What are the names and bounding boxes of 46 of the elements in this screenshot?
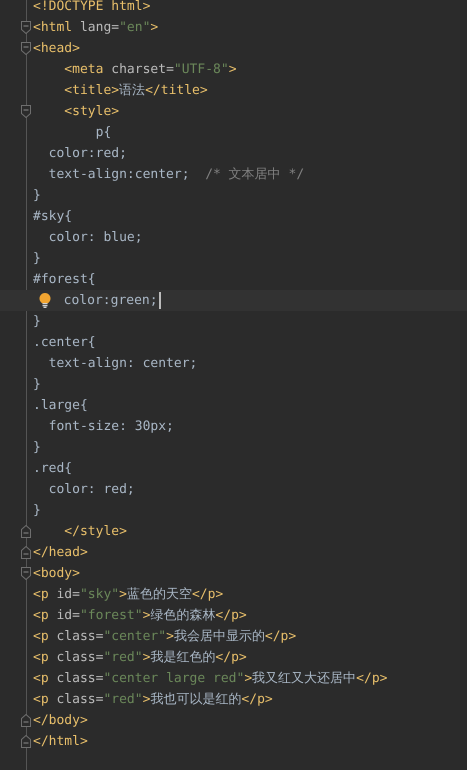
code-line: </html> bbox=[33, 733, 88, 751]
fold-icon[interactable] bbox=[21, 42, 31, 55]
code-line: <p id="sky">蓝色的天空</p> bbox=[33, 586, 224, 604]
fold-icon[interactable] bbox=[21, 735, 31, 748]
code-line: } bbox=[33, 502, 41, 520]
code-line: } bbox=[33, 376, 41, 394]
fold-icon[interactable] bbox=[21, 21, 31, 34]
code-line: p{ bbox=[94, 124, 112, 142]
fold-icon[interactable] bbox=[21, 105, 31, 118]
code-line: font-size: 30px; bbox=[48, 418, 174, 436]
code-line: <body> bbox=[33, 565, 80, 583]
text-cursor bbox=[158, 292, 161, 309]
code-line: text-align:center; /* 文本居中 */ bbox=[48, 166, 304, 184]
code-line: #forest{ bbox=[33, 271, 96, 289]
code-line: <html lang="en"> bbox=[33, 19, 158, 37]
code-line: color:red; bbox=[48, 145, 127, 163]
code-line: } bbox=[33, 187, 41, 205]
code-line: color:green; bbox=[62, 292, 158, 310]
code-line: } bbox=[33, 250, 41, 268]
code-line: <p class="center large red">我又红又大还居中</p> bbox=[33, 670, 388, 688]
code-line: <p class="red">我是红色的</p> bbox=[33, 649, 247, 667]
code-line: <p class="red">我也可以是红的</p> bbox=[33, 691, 273, 709]
lightbulb-icon[interactable] bbox=[39, 293, 51, 308]
code-line: .center{ bbox=[33, 334, 96, 352]
code-line: } bbox=[33, 313, 41, 331]
code-line: } bbox=[33, 439, 41, 457]
code-line: color: red; bbox=[48, 481, 135, 499]
code-line: <head> bbox=[33, 40, 80, 58]
code-line: <p id="forest">绿色的森林</p> bbox=[33, 607, 247, 625]
code-line: </body> bbox=[33, 712, 88, 730]
fold-icon[interactable] bbox=[21, 525, 31, 538]
code-line: color: blue; bbox=[48, 229, 143, 247]
code-line: </style> bbox=[63, 523, 127, 541]
code-line: <title>语法</title> bbox=[63, 82, 208, 100]
code-line: <!DOCTYPE html> bbox=[33, 0, 150, 16]
code-line: <meta charset="UTF-8"> bbox=[63, 61, 237, 79]
code-line: text-align: center; bbox=[48, 355, 198, 373]
code-line: <style> bbox=[63, 103, 120, 121]
code-line: #sky{ bbox=[33, 208, 72, 226]
fold-icon[interactable] bbox=[21, 546, 31, 559]
fold-icon[interactable] bbox=[21, 567, 31, 580]
code-line: .large{ bbox=[33, 397, 88, 415]
code-line: </head> bbox=[33, 544, 88, 562]
code-line: <p class="center">我会居中显示的</p> bbox=[33, 628, 296, 646]
code-line: .red{ bbox=[33, 460, 72, 478]
fold-icon[interactable] bbox=[21, 714, 31, 727]
